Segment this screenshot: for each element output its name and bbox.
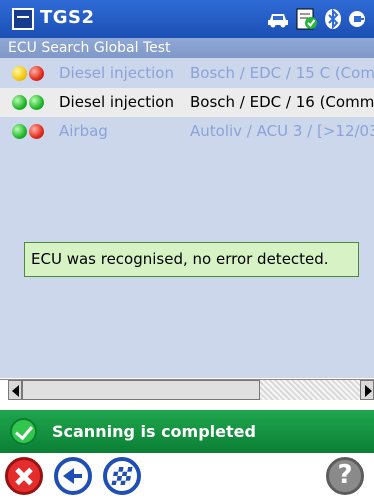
scroll-thumb[interactable] [22, 380, 260, 400]
ecu-name: Diesel injection [59, 93, 174, 111]
help-button[interactable]: ? [326, 457, 364, 495]
title-bar: TGS2 [0, 0, 374, 38]
status-leds [12, 124, 44, 139]
cancel-button[interactable] [5, 457, 43, 495]
red-led-icon [29, 66, 44, 81]
app-title: TGS2 [40, 7, 95, 28]
scroll-left-button[interactable] [8, 380, 22, 400]
green-led-icon [12, 95, 27, 110]
arrow-left-icon [12, 385, 19, 397]
red-led-icon [29, 124, 44, 139]
checkered-flag-button[interactable] [103, 457, 141, 495]
green-led-icon [29, 95, 44, 110]
ecu-row[interactable]: Airbag Autoliv / ACU 3 / [>12/03 [0, 117, 374, 146]
scroll-right-button[interactable] [360, 380, 374, 400]
back-button[interactable] [54, 457, 92, 495]
power-icon[interactable] [348, 8, 366, 30]
bottom-toolbar: ? [0, 453, 374, 503]
yellow-led-icon [12, 66, 27, 81]
completion-banner: Scanning is completed [0, 410, 374, 453]
green-led-icon [12, 124, 27, 139]
ecu-row-selected[interactable]: Diesel injection Bosch / EDC / 16 (Commo [0, 88, 374, 117]
arrow-right-icon [365, 385, 372, 397]
banner-text: Scanning is completed [52, 422, 256, 441]
check-circle-icon [10, 418, 37, 445]
checklist-icon[interactable] [296, 8, 318, 30]
scroll-track[interactable] [260, 380, 360, 400]
ecu-row[interactable]: Diesel injection Bosch / EDC / 15 C (Com… [0, 59, 374, 88]
bluetooth-icon[interactable] [324, 8, 342, 30]
ecu-name: Airbag [59, 122, 108, 140]
ecu-detail: Autoliv / ACU 3 / [>12/03 [190, 122, 374, 140]
page-subtitle: ECU Search Global Test [0, 38, 374, 58]
status-leds [12, 66, 44, 81]
car-icon[interactable] [266, 9, 290, 29]
checkered-flag-icon [111, 467, 133, 485]
status-leds [12, 95, 44, 110]
app-logo-icon [12, 8, 34, 30]
ecu-list[interactable]: Diesel injection Bosch / EDC / 15 C (Com… [0, 58, 374, 378]
ecu-detail: Bosch / EDC / 15 C (Comm [190, 64, 374, 82]
horizontal-scrollbar[interactable] [0, 379, 374, 401]
ecu-detail: Bosch / EDC / 16 (Commo [190, 93, 374, 111]
status-message: ECU was recognised, no error detected. [24, 242, 359, 277]
ecu-name: Diesel injection [59, 64, 174, 82]
system-tray [266, 8, 374, 30]
